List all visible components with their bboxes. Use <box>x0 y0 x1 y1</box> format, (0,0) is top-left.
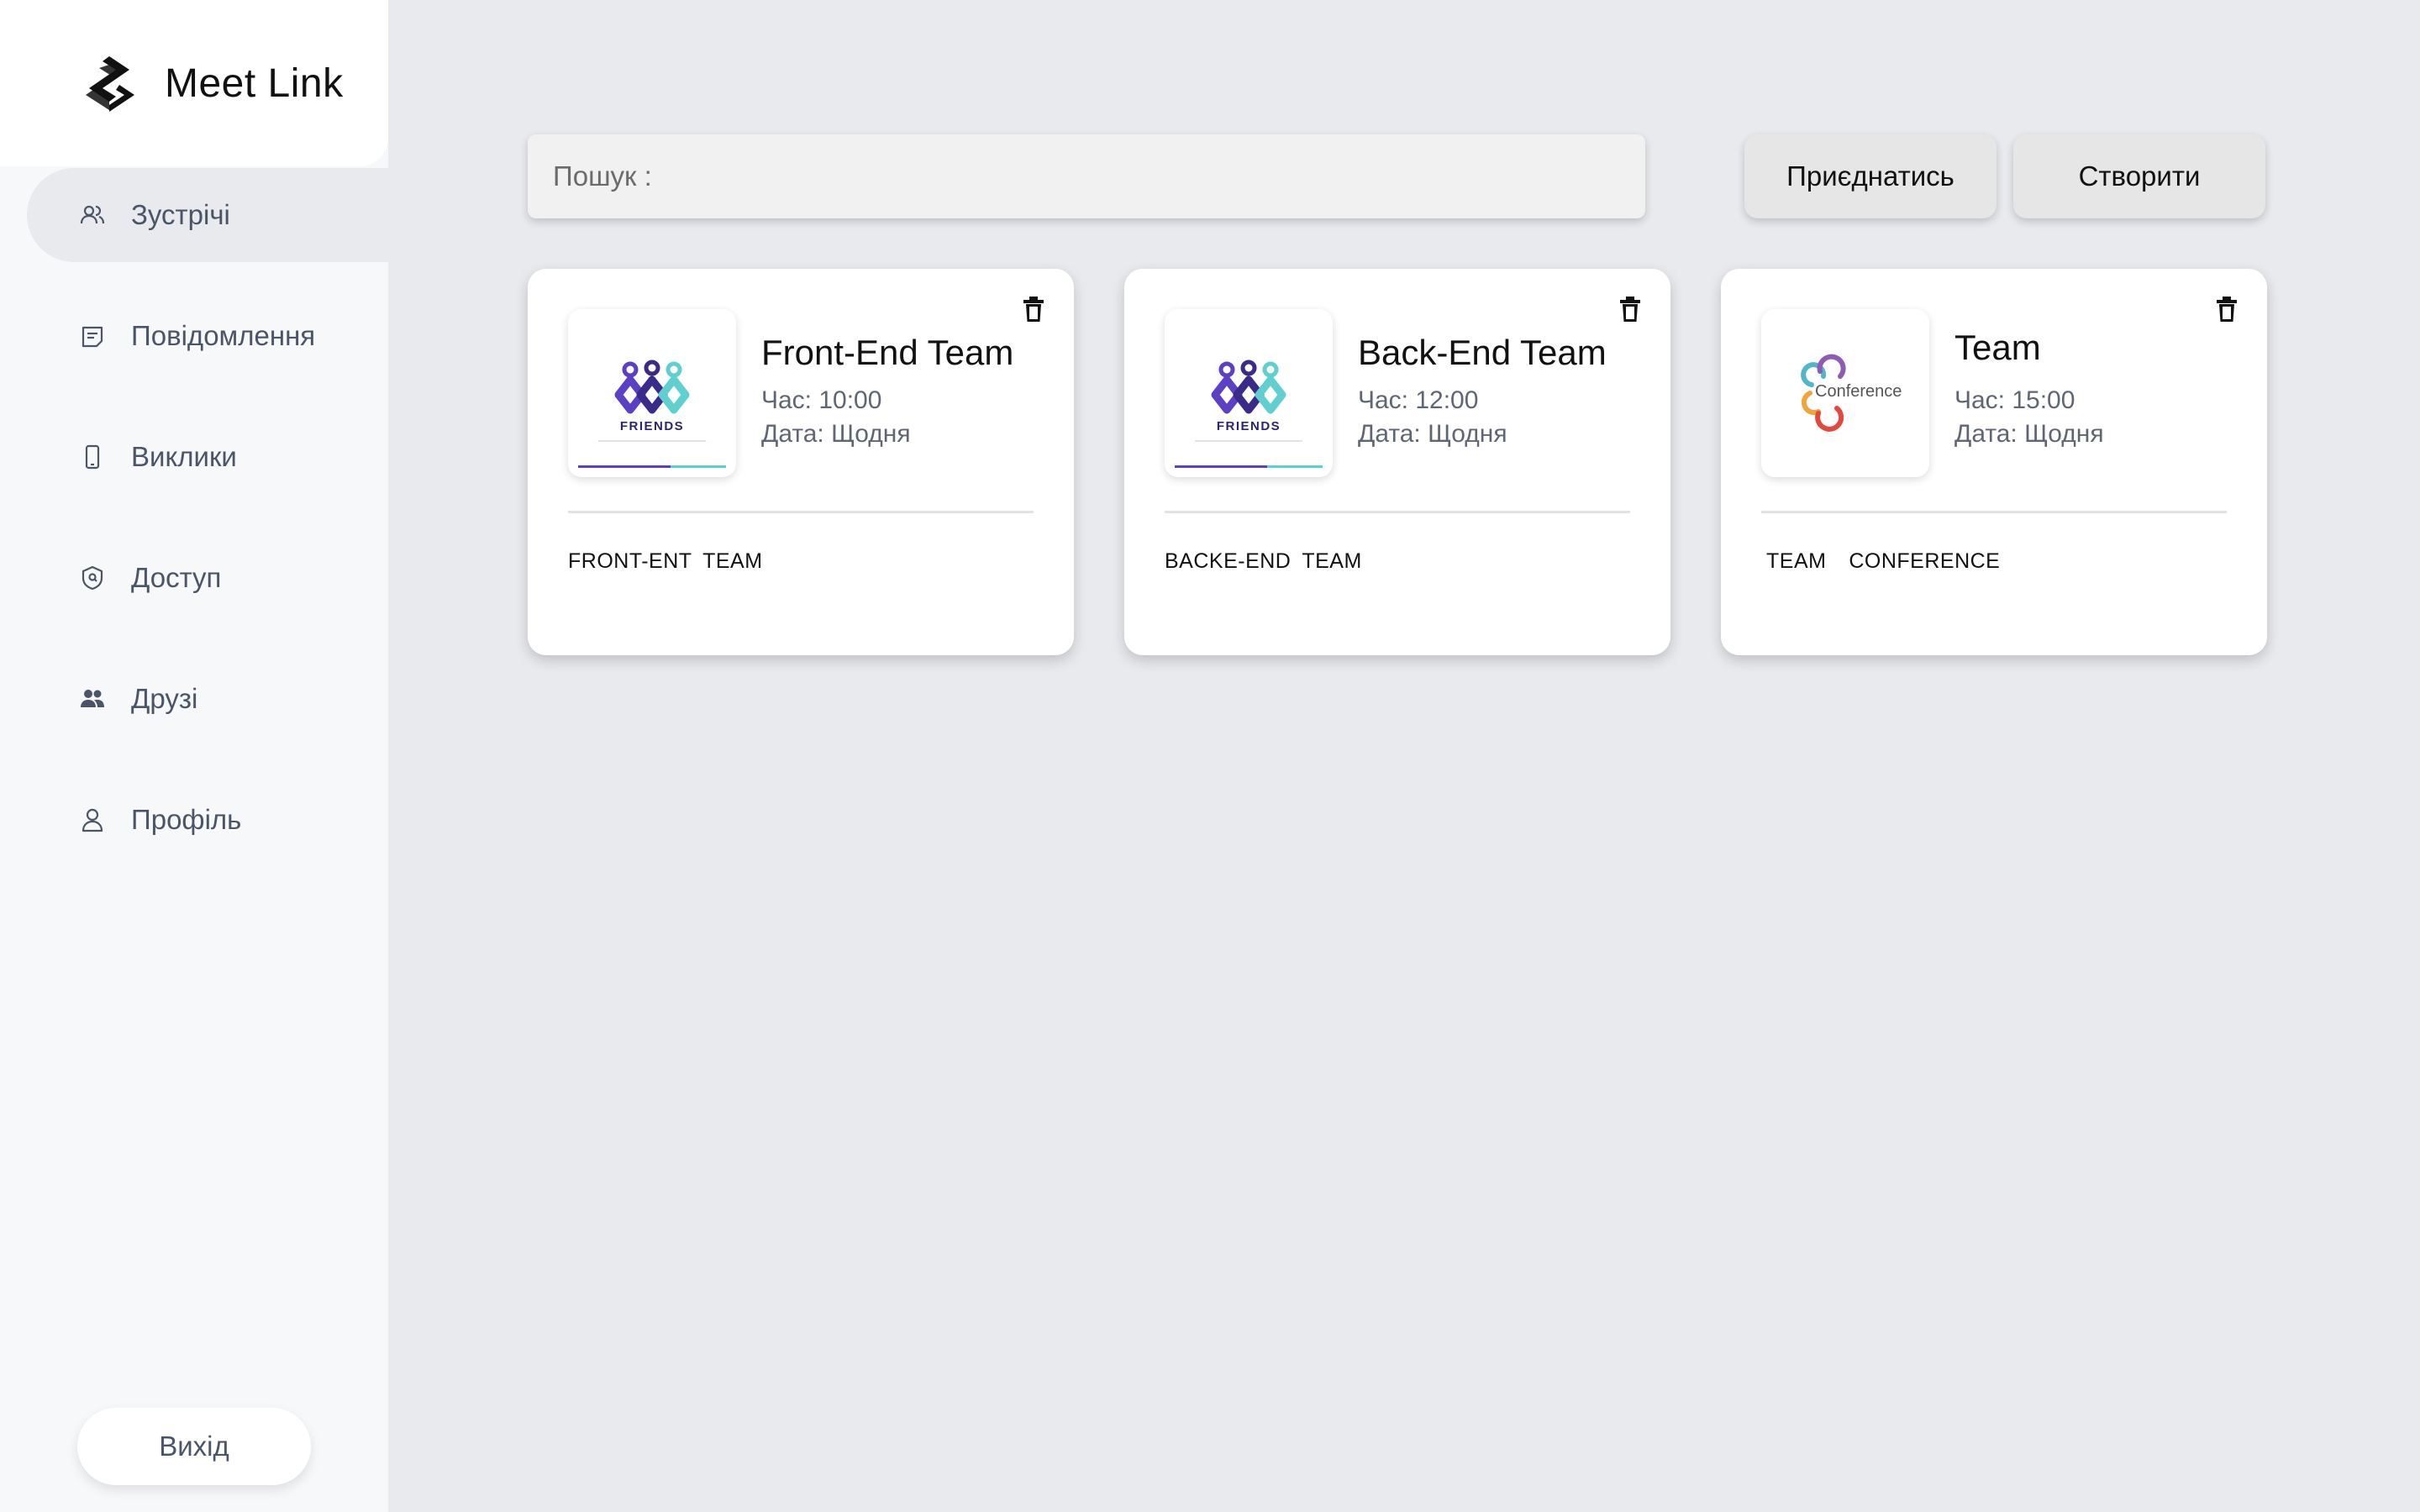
trash-icon[interactable] <box>1022 296 1045 323</box>
sidebar-item-access[interactable]: Доступ <box>27 531 388 625</box>
meeting-date: Дата: Щодня <box>1954 420 2104 448</box>
brand[interactable]: Meet Link <box>0 0 388 166</box>
friends-logo-icon: FRIENDS <box>578 360 726 468</box>
search-bar[interactable]: Пошук : <box>528 134 1645 218</box>
sidebar-item-label: Виклики <box>131 441 237 472</box>
conference-logo-image: Conference <box>1761 309 1929 477</box>
meeting-card[interactable]: Conference Team Час: 15:00 Дата: Щодня T… <box>1721 269 2267 655</box>
app-root: Meet Link Зустрічі Повідомлення Виклики … <box>0 0 2420 1512</box>
message-icon <box>79 323 106 349</box>
meeting-title: Front-End Team <box>761 333 1014 372</box>
join-button[interactable]: Приєднатись <box>1744 134 1996 218</box>
meeting-description: BACKE-END TEAM <box>1165 549 1362 573</box>
friends-logo-image: FRIENDS <box>1165 309 1333 477</box>
shield-icon <box>79 564 106 591</box>
meeting-description: TEAM CONFERENCE <box>1766 549 2001 573</box>
card-divider <box>1165 511 1630 513</box>
sidebar-item-label: Профіль <box>131 804 242 835</box>
people-outline-icon <box>79 202 106 228</box>
sidebar-item-profile[interactable]: Профіль <box>27 773 388 867</box>
meeting-date: Дата: Щодня <box>1358 420 1507 448</box>
trash-icon[interactable] <box>1618 296 1642 323</box>
card-divider <box>568 511 1034 513</box>
meeting-time: Час: 15:00 <box>1954 386 2075 414</box>
meeting-description: FRONT-ENT TEAM <box>568 549 763 573</box>
meeting-title: Back-End Team <box>1358 333 1607 372</box>
sidebar-item-label: Доступ <box>131 562 222 593</box>
people-filled-icon <box>79 685 106 712</box>
search-label: Пошук : <box>553 160 652 192</box>
meeting-title: Team <box>1954 328 2041 367</box>
sidebar-item-calls[interactable]: Виклики <box>27 410 388 504</box>
card-divider <box>1761 511 2227 513</box>
logout-button[interactable]: Вихід <box>77 1408 311 1485</box>
search-input[interactable] <box>661 134 1645 218</box>
logo-text: Conference <box>1815 382 1902 401</box>
friends-logo-icon: FRIENDS <box>1175 360 1323 468</box>
friends-logo-image: FRIENDS <box>568 309 736 477</box>
meeting-time: Час: 12:00 <box>1358 386 1479 414</box>
phone-icon <box>79 444 106 470</box>
logo-text: FRIENDS <box>1217 419 1281 433</box>
person-icon <box>79 806 106 833</box>
sidebar-nav: Зустрічі Повідомлення Виклики Доступ Дру… <box>27 168 388 894</box>
logo-text: FRIENDS <box>620 419 684 433</box>
sidebar-item-label: Повідомлення <box>131 320 316 351</box>
sidebar-item-messages[interactable]: Повідомлення <box>27 289 388 383</box>
sidebar-item-meetings[interactable]: Зустрічі <box>27 168 388 262</box>
sidebar-item-label: Друзі <box>131 683 198 714</box>
meet-link-logo-icon <box>86 56 134 112</box>
trash-icon[interactable] <box>2215 296 2238 323</box>
app-name: Meet Link <box>165 60 344 106</box>
meeting-card[interactable]: FRIENDS Back-End Team Час: 12:00 Дата: Щ… <box>1124 269 1670 655</box>
sidebar: Meet Link Зустрічі Повідомлення Виклики … <box>0 0 388 1512</box>
sidebar-item-friends[interactable]: Друзі <box>27 652 388 746</box>
conference-logo-icon: Conference <box>1801 354 1902 432</box>
create-button[interactable]: Створити <box>2013 134 2265 218</box>
sidebar-item-label: Зустрічі <box>131 199 230 230</box>
meeting-time: Час: 10:00 <box>761 386 882 414</box>
meeting-date: Дата: Щодня <box>761 420 911 448</box>
meeting-card[interactable]: FRIENDS Front-End Team Час: 10:00 Дата: … <box>528 269 1074 655</box>
